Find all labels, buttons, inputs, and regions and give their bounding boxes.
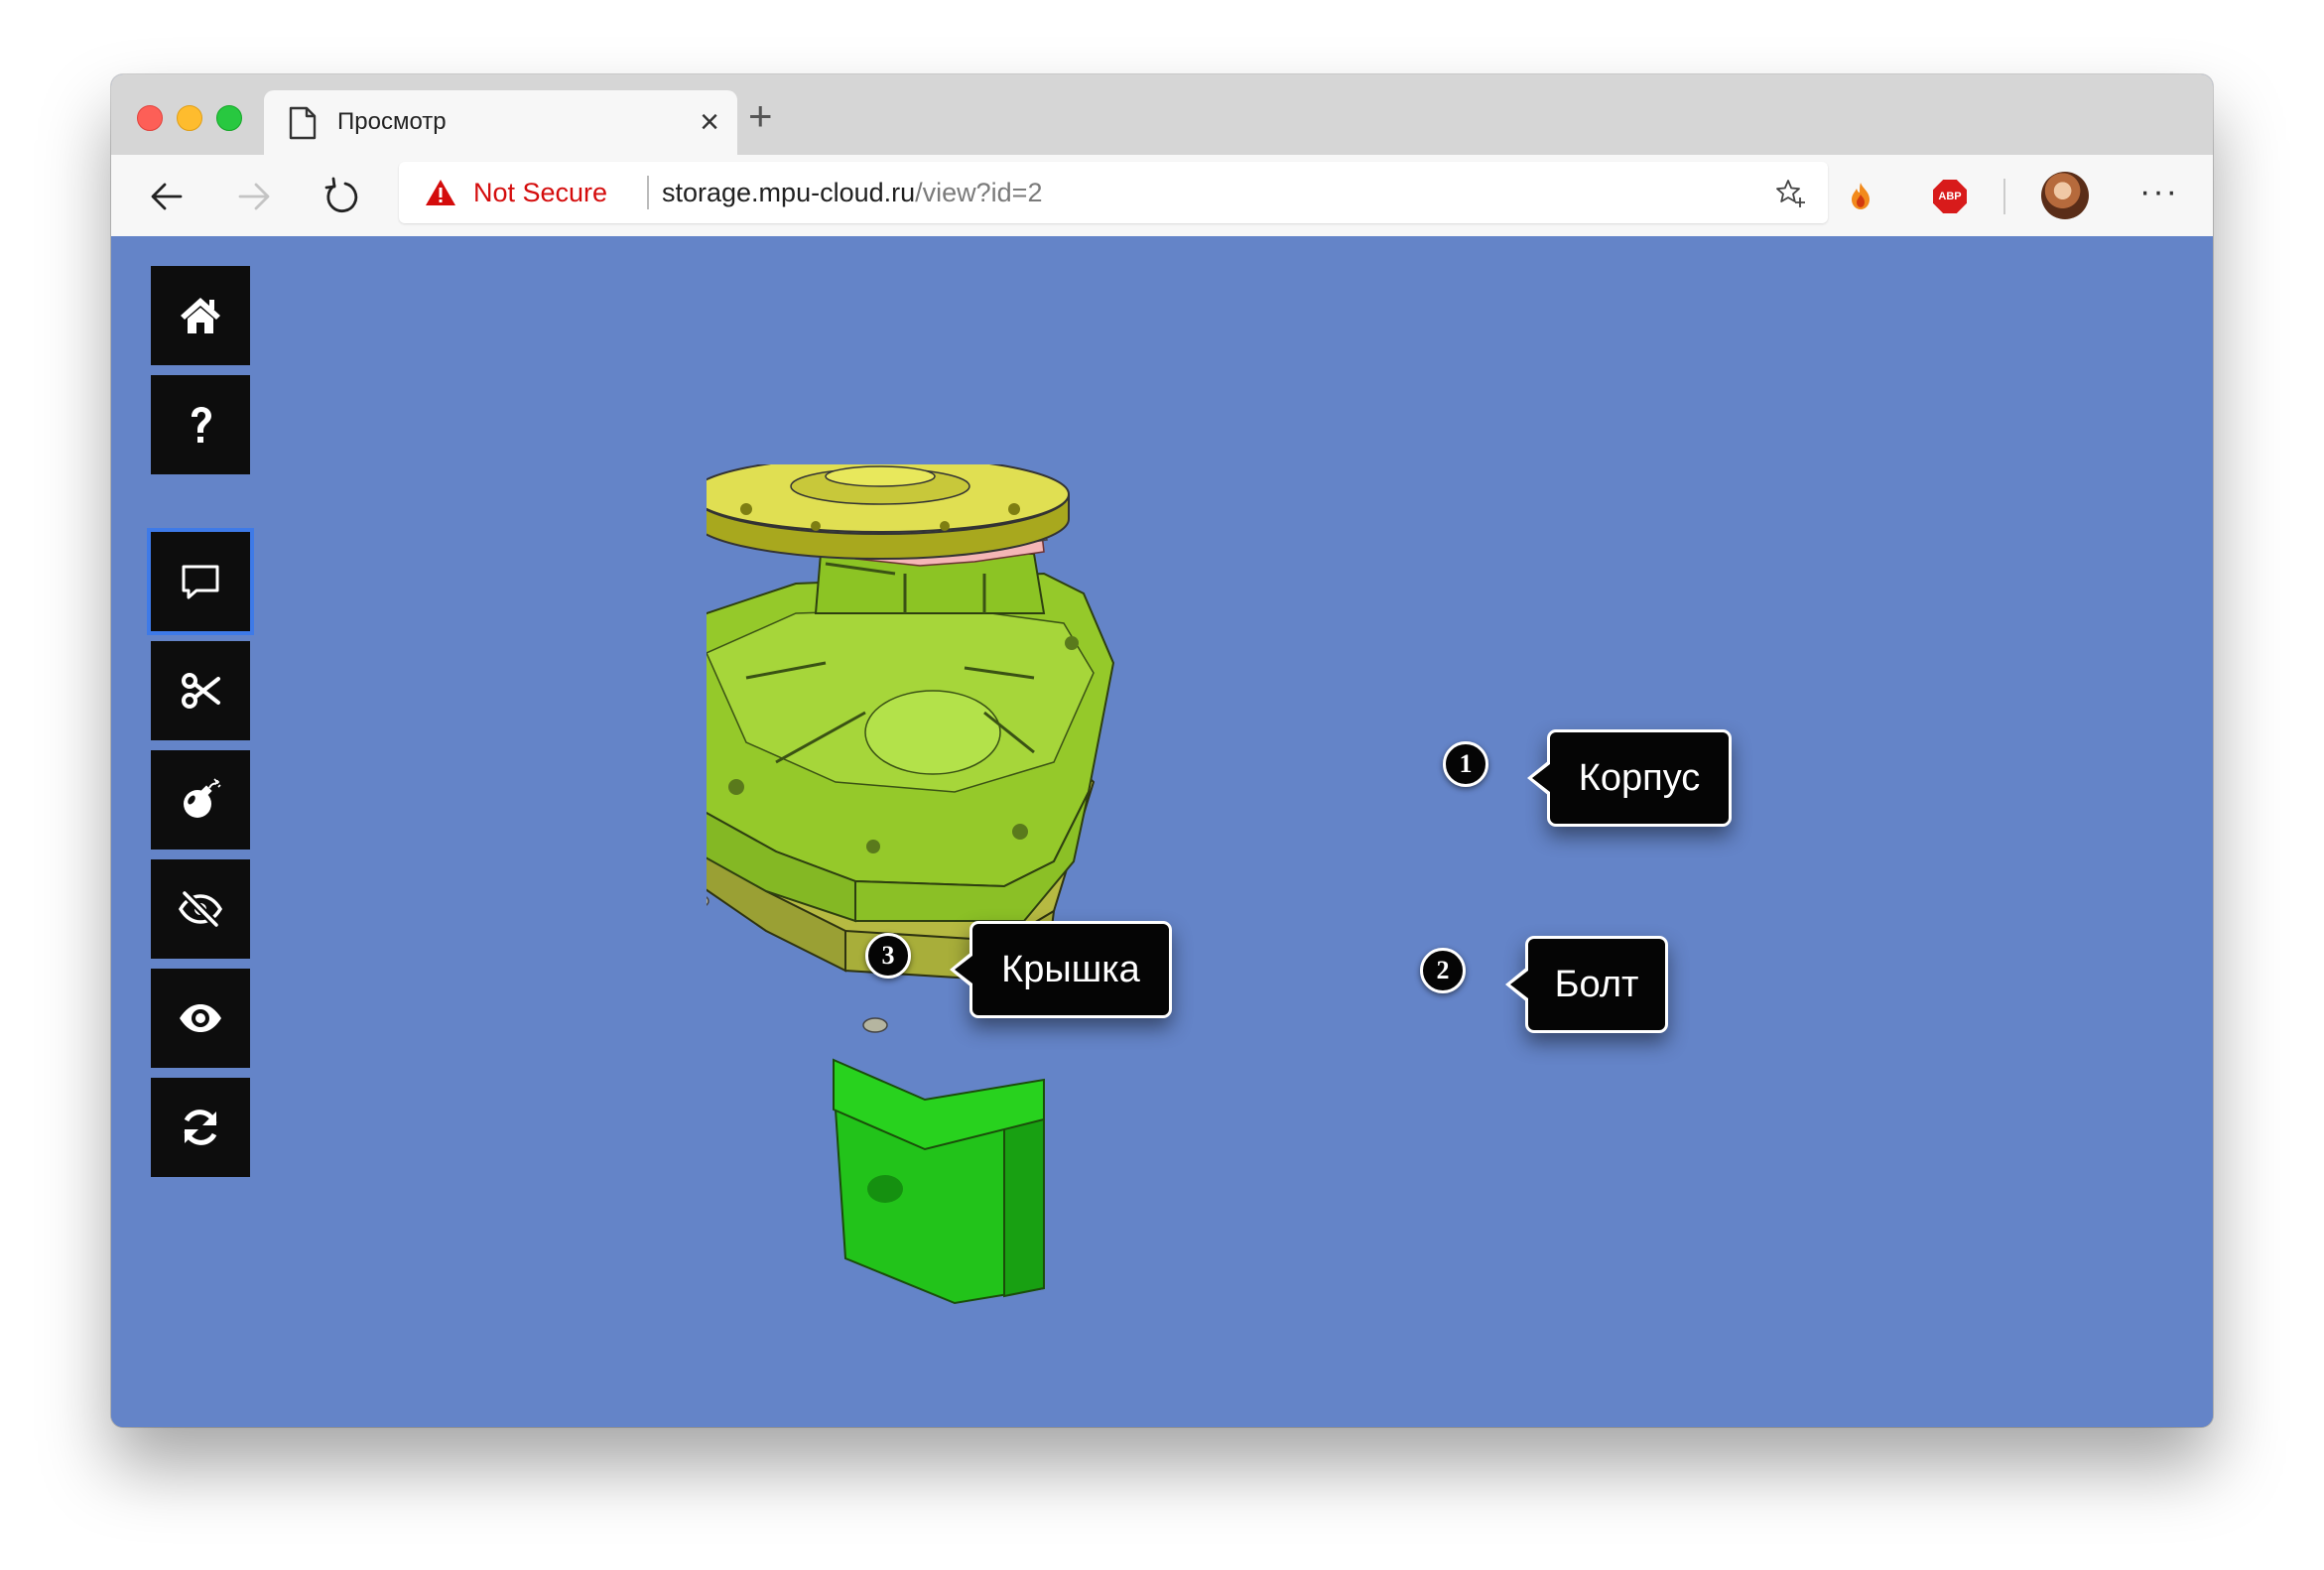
annotation-marker-3[interactable]: 3 xyxy=(865,933,911,979)
favorite-star-icon[interactable] xyxy=(1774,178,1806,209)
tab-bar: Просмотр × + xyxy=(111,74,2213,155)
back-button[interactable] xyxy=(145,175,189,218)
show-button[interactable] xyxy=(151,969,250,1068)
help-button[interactable] xyxy=(151,375,250,474)
url-text[interactable]: storage.mpu-cloud.ru/view?id=2 xyxy=(662,178,1042,208)
document-icon xyxy=(288,106,318,140)
question-icon xyxy=(192,407,211,443)
reset-button[interactable] xyxy=(151,1078,250,1177)
annotation-marker-1[interactable]: 1 xyxy=(1443,741,1488,787)
annotation-marker-2[interactable]: 2 xyxy=(1420,948,1466,993)
address-divider xyxy=(647,176,649,209)
toolbar-separator xyxy=(2003,179,2005,214)
address-bar[interactable]: Not Secure storage.mpu-cloud.ru/view?id=… xyxy=(399,162,1828,223)
explode-button[interactable] xyxy=(151,750,250,850)
abp-icon[interactable]: ABP xyxy=(1933,180,1967,213)
comment-icon xyxy=(182,565,219,599)
profile-avatar[interactable] xyxy=(2041,172,2089,219)
annotation-callout-3[interactable]: Крышка xyxy=(950,921,1172,1018)
forward-button[interactable] xyxy=(232,175,276,218)
browser-window: Просмотр × + Not Secure storage.mpu-clou… xyxy=(111,74,2213,1427)
annotation-callout-2[interactable]: Болт xyxy=(1505,936,1668,1033)
close-window-button[interactable] xyxy=(137,105,163,131)
tab-close-icon[interactable]: × xyxy=(700,104,719,140)
reload-button[interactable] xyxy=(320,175,363,218)
url-path: /view?id=2 xyxy=(915,178,1043,207)
browser-toolbar: Not Secure storage.mpu-cloud.ru/view?id=… xyxy=(111,155,2213,237)
model-viewport[interactable]: 1 Корпус 2 Болт 3 Крышка xyxy=(111,236,2213,1427)
bomb-icon xyxy=(184,778,221,818)
hide-button[interactable] xyxy=(151,859,250,959)
maximize-window-button[interactable] xyxy=(216,105,242,131)
eye-icon xyxy=(180,1004,221,1032)
comment-button[interactable] xyxy=(147,528,254,635)
refresh-icon xyxy=(184,1110,217,1145)
cut-button[interactable] xyxy=(151,641,250,740)
home-button[interactable] xyxy=(151,266,250,365)
browser-tab[interactable]: Просмотр × xyxy=(264,90,737,155)
tab-title: Просмотр xyxy=(337,108,447,135)
eye-slash-icon xyxy=(178,890,223,928)
new-tab-button[interactable]: + xyxy=(748,95,773,137)
minimize-window-button[interactable] xyxy=(177,105,202,131)
more-menu-icon[interactable]: ··· xyxy=(2139,173,2179,211)
url-host: storage.mpu-cloud.ru xyxy=(662,178,916,207)
3d-model-render[interactable] xyxy=(655,456,1421,1358)
scissors-icon xyxy=(182,673,220,709)
fire-icon[interactable] xyxy=(1846,181,1875,212)
home-icon xyxy=(181,298,220,333)
warning-icon xyxy=(425,179,456,206)
annotation-callout-1[interactable]: Корпус xyxy=(1527,729,1732,827)
security-label[interactable]: Not Secure xyxy=(473,178,607,208)
